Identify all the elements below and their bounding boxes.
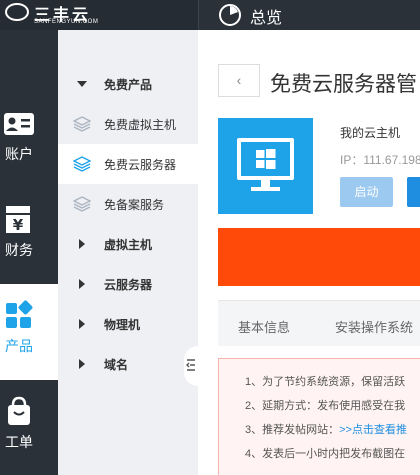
menu-group-free-products[interactable]: 免费产品 [58, 64, 198, 104]
product-submenu: 免费产品 免费虚拟主机 免费云服务器 免备案服务 虚拟主机 云服务器 物理机 域… [58, 30, 198, 475]
menu-group-domain[interactable]: 域名 [58, 344, 198, 384]
brand-logo[interactable]: 三丰云 SANFENGYUN.COM [0, 0, 198, 30]
menu-label: 物理机 [104, 318, 141, 332]
svg-text:¥: ¥ [13, 216, 24, 234]
collapse-icon [186, 359, 195, 371]
notice-line-4: 4、发表后一小时内把发布截图在 [245, 448, 406, 460]
page-title: 免费云服务器管 [270, 73, 417, 96]
main-content: ‹ 免费云服务器管 我的云主机 IP：111.67.198 启动 基本信息 安装… [198, 30, 420, 475]
logo-mark-icon [5, 3, 29, 21]
notice-line-1: 1、为了节约系统资源，保留活跃 [245, 376, 406, 388]
server-thumbnail [218, 118, 313, 214]
bag-icon [8, 396, 30, 425]
notice-line-2: 2、延期方式：发布使用感受在我 [245, 400, 406, 412]
overview-title[interactable]: 总览 [250, 4, 282, 28]
notice-line-3: 3、推荐发帖网站：>>点击查看推 [245, 421, 407, 437]
layers-icon [73, 156, 91, 172]
layers-icon [73, 196, 91, 212]
menu-group-cloud-server[interactable]: 云服务器 [58, 264, 198, 304]
topbar-divider [198, 0, 199, 30]
layers-icon [73, 116, 91, 132]
chevron-right-icon [79, 319, 85, 329]
collapse-sidebar-button[interactable] [184, 346, 198, 386]
back-button[interactable]: ‹ [218, 64, 260, 97]
chevron-down-icon [77, 81, 87, 87]
nav-finance-label: 财务 [5, 242, 33, 258]
chevron-right-icon [79, 279, 85, 289]
notice-box: 1、为了节约系统资源，保留活跃 2、延期方式：发布使用感受在我 3、推荐发帖网站… [218, 358, 420, 475]
detail-tabs: 基本信息 安装操作系统 [218, 300, 420, 346]
secondary-action-button[interactable] [407, 177, 420, 207]
tab-basic-info[interactable]: 基本信息 [238, 317, 290, 336]
nav-finance[interactable]: ¥ 财务 [0, 188, 58, 284]
nav-tickets-label: 工单 [5, 434, 33, 450]
recommend-sites-link[interactable]: >>点击查看推 [339, 424, 407, 436]
menu-group-virtual-host[interactable]: 虚拟主机 [58, 224, 198, 264]
chevron-right-icon [79, 239, 85, 249]
menu-item-free-vhost[interactable]: 免费虚拟主机 [58, 104, 198, 144]
nav-products[interactable]: 产品 [0, 284, 58, 380]
menu-item-free-cloud-server[interactable]: 免费云服务器 [58, 144, 198, 184]
nav-products-label: 产品 [5, 338, 33, 354]
nav-tickets[interactable]: 工单 [0, 380, 58, 475]
main-nav-rail: 账户 ¥ 财务 产品 工单 [0, 30, 58, 475]
yen-icon: ¥ [6, 206, 30, 234]
menu-label: 免费云服务器 [104, 158, 177, 172]
chevron-right-icon [79, 359, 85, 369]
server-ip: IP：111.67.198 [340, 153, 420, 167]
nav-account[interactable]: 账户 [0, 92, 58, 188]
notice-line-3-text: 3、推荐发帖网站： [245, 424, 340, 436]
promo-banner[interactable] [218, 228, 420, 286]
top-bar: 三丰云 SANFENGYUN.COM 总览 [0, 0, 420, 30]
nav-account-label: 账户 [5, 146, 33, 162]
menu-group-physical-machine[interactable]: 物理机 [58, 304, 198, 344]
menu-label: 免备案服务 [104, 198, 165, 212]
menu-label: 云服务器 [104, 278, 153, 292]
start-button[interactable]: 启动 [340, 177, 393, 207]
windows-monitor-icon [237, 138, 294, 191]
dashboard-gauge-icon[interactable] [218, 3, 242, 27]
menu-label: 免费产品 [104, 78, 153, 92]
apps-icon [6, 300, 33, 328]
menu-item-free-filing[interactable]: 免备案服务 [58, 184, 198, 224]
menu-label: 虚拟主机 [104, 238, 153, 252]
server-name: 我的云主机 [340, 126, 401, 140]
id-card-icon [4, 113, 34, 135]
brand-domain: SANFENGYUN.COM [34, 19, 99, 25]
tab-install-os[interactable]: 安装操作系统 [335, 317, 413, 336]
menu-label: 免费虚拟主机 [104, 118, 177, 132]
menu-label: 域名 [104, 358, 129, 372]
